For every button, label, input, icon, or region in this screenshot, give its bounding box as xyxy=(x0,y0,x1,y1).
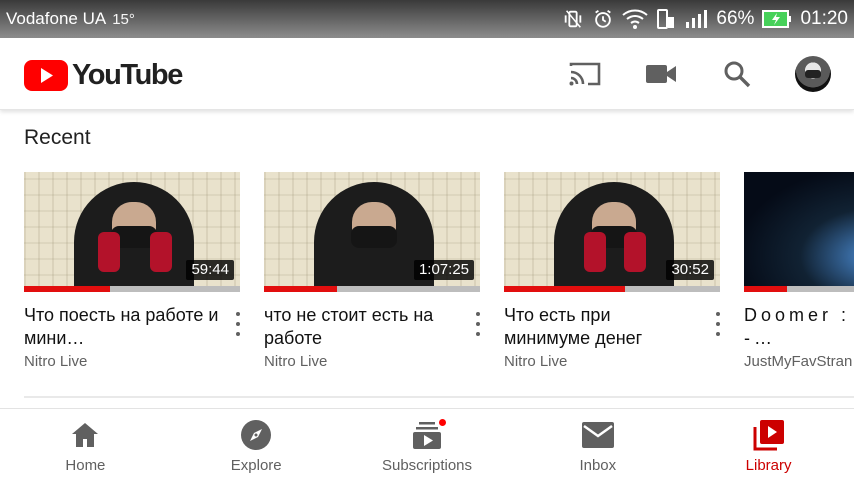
video-thumbnail[interactable]: 1:07:25 xyxy=(264,172,480,292)
wifi-icon xyxy=(622,8,649,30)
nav-label: Library xyxy=(745,457,792,474)
watch-progress-fill xyxy=(24,286,111,292)
battery-charging-icon xyxy=(762,9,792,29)
vibrate-icon xyxy=(562,8,584,30)
status-right: 66% 01:20 xyxy=(562,8,848,30)
video-title[interactable]: Doomer : Кино -… xyxy=(744,304,854,350)
video-duration: 1:07:25 xyxy=(413,260,474,280)
carrier-name: Vodafone UA xyxy=(6,9,107,28)
status-left: Vodafone UA 15° xyxy=(6,9,135,29)
more-options-button[interactable] xyxy=(230,312,246,336)
mail-icon xyxy=(581,422,614,448)
alarm-icon xyxy=(592,8,614,30)
nav-label: Inbox xyxy=(579,457,617,474)
thumbnail-figure xyxy=(74,182,194,292)
video-thumbnail[interactable]: 30:52 xyxy=(504,172,720,292)
video-thumbnail[interactable] xyxy=(744,172,854,292)
more-options-button[interactable] xyxy=(710,312,726,336)
app-actions xyxy=(566,55,832,93)
section-divider xyxy=(24,396,854,398)
section-title: Recent xyxy=(24,126,91,149)
bottom-nav: Home Explore Subscriptions Inbox Library xyxy=(0,408,854,480)
cast-button[interactable] xyxy=(566,55,604,93)
video-channel[interactable]: JustMyFavStran xyxy=(744,353,852,370)
account-button[interactable] xyxy=(794,55,832,93)
avatar xyxy=(795,56,831,92)
video-card[interactable]: 59:44 Что поесть на работе и мини… Nitro… xyxy=(24,172,240,382)
recent-shelf[interactable]: 59:44 Что поесть на работе и мини… Nitro… xyxy=(24,172,854,382)
signal-icon xyxy=(684,8,708,30)
video-title[interactable]: что не стоит есть на работе xyxy=(264,304,460,350)
nav-label: Explore xyxy=(230,457,282,474)
youtube-play-icon xyxy=(24,60,68,91)
video-channel[interactable]: Nitro Live xyxy=(264,353,327,370)
nav-label: Home xyxy=(65,457,106,474)
video-title[interactable]: Что поесть на работе и мини… xyxy=(24,304,220,350)
library-icon xyxy=(753,420,784,451)
clock: 01:20 xyxy=(800,8,848,29)
youtube-logo[interactable]: YouTube xyxy=(24,59,183,92)
watch-progress-fill xyxy=(504,286,625,292)
video-card[interactable]: Doomer : Кино -… JustMyFavStran xyxy=(744,172,854,382)
notification-dot xyxy=(436,417,448,428)
nav-home[interactable]: Home xyxy=(0,409,171,480)
search-button[interactable] xyxy=(718,55,756,93)
more-options-button[interactable] xyxy=(470,312,486,336)
watch-progress xyxy=(264,286,480,292)
app-bar: YouTube xyxy=(0,38,854,110)
temperature: 15° xyxy=(112,10,135,28)
cast-icon xyxy=(569,62,601,86)
video-title[interactable]: Что есть при минимуме денег xyxy=(504,304,700,350)
search-icon xyxy=(724,61,751,88)
video-duration: 59:44 xyxy=(186,260,234,280)
nav-inbox[interactable]: Inbox xyxy=(512,409,683,480)
watch-progress-fill xyxy=(264,286,338,292)
video-card[interactable]: 1:07:25 что не стоит есть на работе Nitr… xyxy=(264,172,480,382)
battery-percent: 66% xyxy=(716,8,755,29)
video-card[interactable]: 30:52 Что есть при минимуме денег Nitro … xyxy=(504,172,720,382)
upload-video-button[interactable] xyxy=(642,55,680,93)
video-thumbnail[interactable]: 59:44 xyxy=(24,172,240,292)
compass-icon xyxy=(241,420,272,450)
camera-icon xyxy=(646,65,676,83)
status-bar: Vodafone UA 15° 66% 01:20 xyxy=(0,0,854,38)
home-icon xyxy=(72,423,99,447)
video-channel[interactable]: Nitro Live xyxy=(504,353,567,370)
thumbnail-figure xyxy=(554,182,674,292)
thumbnail-image xyxy=(744,172,854,292)
sim-icon xyxy=(656,8,676,30)
watch-progress xyxy=(24,286,240,292)
watch-progress xyxy=(744,286,854,292)
nav-library[interactable]: Library xyxy=(683,409,854,480)
nav-subscriptions[interactable]: Subscriptions xyxy=(342,409,513,480)
watch-progress xyxy=(504,286,720,292)
logo-wordmark: YouTube xyxy=(72,59,183,91)
nav-explore[interactable]: Explore xyxy=(171,409,342,480)
video-channel[interactable]: Nitro Live xyxy=(24,353,87,370)
nav-label: Subscriptions xyxy=(381,457,473,474)
watch-progress-fill xyxy=(744,286,788,292)
video-duration: 30:52 xyxy=(666,260,714,280)
